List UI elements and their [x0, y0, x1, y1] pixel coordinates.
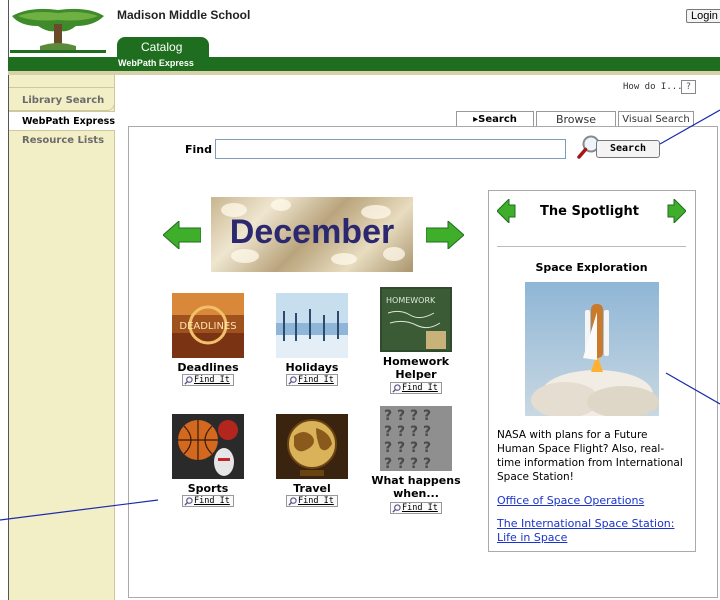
find-it-label: Find It — [402, 503, 438, 513]
sidebar-item-library-search[interactable]: Library Search — [9, 87, 115, 111]
deadlines-image[interactable]: DEADLINES — [172, 293, 244, 358]
help-icon[interactable]: ? — [681, 80, 696, 94]
travel-globe-image[interactable] — [276, 414, 348, 479]
tab-search[interactable]: ▸Search — [456, 111, 534, 127]
month-title: December — [229, 213, 395, 251]
search-input[interactable] — [215, 139, 566, 159]
tab-catalog[interactable]: Catalog — [117, 37, 209, 59]
find-it-magnifier-icon — [392, 504, 401, 513]
svg-text:? ? ? ?: ? ? ? ? — [384, 440, 431, 456]
how-do-i-link[interactable]: How do I... — [623, 82, 683, 92]
find-it-button[interactable]: Find It — [286, 495, 338, 507]
find-it-label: Find It — [298, 375, 334, 385]
find-it-label: Find It — [298, 496, 334, 506]
tab-visual-search[interactable]: Visual Search — [618, 111, 694, 127]
login-button[interactable]: Login — [686, 9, 720, 23]
next-arrow-icon[interactable] — [426, 221, 464, 249]
sidebar-item-resource-lists[interactable]: Resource Lists — [9, 135, 115, 155]
topic-label-sports[interactable]: Sports — [172, 482, 244, 495]
spotlight-next-arrow-icon[interactable] — [666, 199, 686, 223]
space-shuttle-launch-image[interactable] — [525, 282, 659, 416]
sports-image[interactable] — [172, 414, 244, 479]
spotlight-subject: Space Exploration — [535, 261, 648, 274]
topic-label-travel[interactable]: Travel — [276, 482, 348, 495]
deadlines-image-text: DEADLINES — [179, 321, 236, 332]
sidebar: Library Search WebPath Express Resource … — [9, 75, 115, 600]
link-international-space-station[interactable]: The International Space Station: Life in… — [497, 517, 687, 545]
topic-label-deadlines[interactable]: Deadlines — [172, 361, 244, 374]
topic-label-what-happens-when[interactable]: What happens when... — [368, 474, 464, 500]
find-it-button[interactable]: Find It — [182, 495, 234, 507]
spotlight-divider — [497, 246, 686, 247]
find-it-button[interactable]: Find It — [286, 374, 338, 386]
find-it-magnifier-icon — [288, 497, 297, 506]
find-it-button[interactable]: Find It — [390, 382, 442, 394]
month-banner: December — [211, 197, 413, 272]
topic-label-holidays[interactable]: Holidays — [276, 361, 348, 374]
search-button[interactable]: Search — [596, 140, 660, 158]
find-it-label: Find It — [194, 496, 230, 506]
find-it-label: Find It — [402, 383, 438, 393]
homework-helper-image[interactable]: HOMEWORK — [380, 287, 452, 352]
find-it-magnifier-icon — [184, 497, 193, 506]
homework-image-text: HOMEWORK — [386, 296, 436, 305]
svg-text:? ? ? ?: ? ? ? ? — [384, 408, 431, 424]
module-bar: WebPath Express — [8, 57, 720, 71]
link-office-of-space-operations[interactable]: Office of Space Operations — [497, 494, 687, 508]
school-name: Madison Middle School — [117, 8, 251, 22]
tab-search-label: Search — [478, 114, 517, 125]
svg-text:? ? ? ?: ? ? ? ? — [384, 456, 431, 471]
tab-browse[interactable]: Browse — [536, 111, 616, 127]
find-it-button[interactable]: Find It — [182, 374, 234, 386]
find-it-magnifier-icon — [392, 384, 401, 393]
holidays-image[interactable] — [276, 293, 348, 358]
svg-text:? ? ? ?: ? ? ? ? — [384, 424, 431, 440]
question-marks-image[interactable]: ? ? ? ? ? ? ? ? ? ? ? ? ? ? ? ? — [380, 406, 452, 471]
spotlight-prev-arrow-icon[interactable] — [497, 199, 517, 223]
spotlight-title: The Spotlight — [540, 204, 639, 219]
find-it-button[interactable]: Find It — [390, 502, 442, 514]
find-it-magnifier-icon — [288, 376, 297, 385]
find-it-label: Find It — [194, 375, 230, 385]
topic-label-homework-helper[interactable]: Homework Helper — [372, 355, 460, 381]
find-it-magnifier-icon — [184, 376, 193, 385]
previous-arrow-icon[interactable] — [163, 221, 201, 249]
school-tree-logo — [10, 8, 106, 53]
module-title: WebPath Express — [118, 58, 194, 68]
spotlight-description: NASA with plans for a Future Human Space… — [497, 429, 683, 483]
find-label: Find — [185, 143, 212, 156]
sidebar-item-webpath-express[interactable]: WebPath Express — [9, 111, 115, 131]
